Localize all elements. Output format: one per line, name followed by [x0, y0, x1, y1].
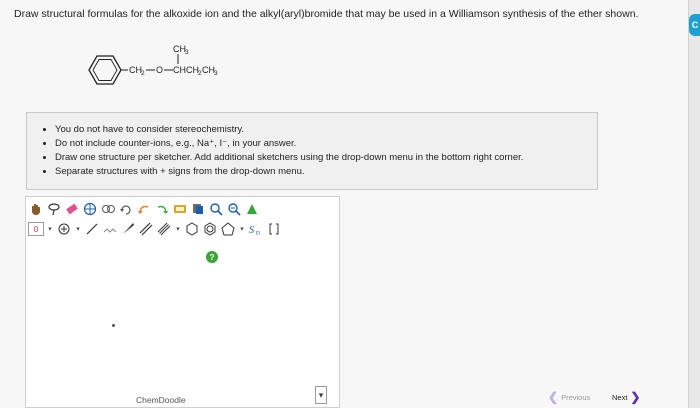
ether-structure: CH 2 O CHCH 2 CH 3 CH 3 [88, 44, 218, 85]
side-rail: C [688, 0, 700, 408]
hand-icon[interactable] [28, 201, 44, 217]
triple-bond-icon[interactable] [156, 221, 172, 237]
ring-dropdown-icon[interactable]: ▾ [238, 221, 246, 237]
sketcher-toolbar-bottom: 0 ▾ ▾ ▾ ▾ Sn [28, 219, 282, 239]
question-text: Draw structural formulas for the alkoxid… [14, 8, 639, 20]
instruction-item: Draw one structure per sketcher. Add add… [55, 151, 597, 165]
canvas-cursor-dot [112, 324, 115, 327]
sketcher-toolbar-top [28, 199, 260, 219]
previous-label: Previous [561, 392, 591, 402]
chain-icon[interactable] [102, 221, 118, 237]
next-label: Next [612, 392, 628, 402]
cyclopentane-icon[interactable] [220, 221, 236, 237]
instruction-item: Separate structures with + signs from th… [55, 165, 597, 179]
repeat-unit-icon[interactable]: Sn [248, 221, 264, 237]
wedge-bond-icon[interactable] [120, 221, 136, 237]
eraser-icon[interactable] [64, 201, 80, 217]
clear-icon[interactable] [172, 201, 188, 217]
rotate-icon[interactable] [118, 201, 134, 217]
charge-menu-dropdown-icon[interactable]: ▾ [74, 221, 82, 237]
side-rail-button[interactable]: C [689, 14, 700, 36]
question-page: Draw structural formulas for the alkoxid… [0, 0, 688, 408]
svg-text:n: n [256, 230, 260, 236]
previous-button[interactable]: ❮ Previous [548, 390, 591, 404]
chemdoodle-brand: ChemDoodle [136, 395, 186, 405]
chevron-left-icon: ❮ [548, 390, 559, 404]
chain-end-subscript: 3 [214, 70, 218, 77]
bracket-icon[interactable] [266, 221, 282, 237]
charge-selector[interactable]: 0 [28, 222, 44, 236]
oxygen-label: O [156, 65, 163, 75]
lasso-icon[interactable] [46, 201, 62, 217]
instruction-item: You do not have to consider stereochemis… [55, 123, 597, 137]
next-button[interactable]: Next ❯ [612, 390, 641, 404]
cyclohexane-icon[interactable] [184, 221, 200, 237]
chemdoodle-sketcher: 0 ▾ ▾ ▾ ▾ Sn ? ChemDoodle [25, 196, 340, 408]
undo-icon[interactable] [136, 201, 152, 217]
double-bond-icon[interactable] [138, 221, 154, 237]
benzene-icon[interactable] [202, 221, 218, 237]
zoom-in-icon[interactable] [208, 201, 224, 217]
chevron-right-icon: ❯ [630, 390, 641, 404]
ch2-subscript: 2 [141, 70, 145, 77]
bond-dropdown-icon[interactable]: ▾ [174, 221, 182, 237]
chevron-down-icon: ▾ [318, 389, 324, 400]
instructions-box: You do not have to consider stereochemis… [26, 112, 598, 190]
zoom-out-icon[interactable] [226, 201, 242, 217]
single-bond-icon[interactable] [84, 221, 100, 237]
sketcher-canvas[interactable]: ? ChemDoodle [26, 239, 339, 407]
svg-text:S: S [249, 225, 254, 236]
instruction-item: Do not include counter-ions, e.g., Na⁺, … [55, 137, 597, 151]
methyl-subscript: 3 [185, 49, 189, 56]
center-icon[interactable] [82, 201, 98, 217]
charge-dropdown-icon[interactable]: ▾ [46, 221, 54, 237]
add-sketcher-dropdown[interactable]: ▾ [315, 386, 327, 404]
redo-icon[interactable] [154, 201, 170, 217]
help-icon[interactable]: ? [206, 251, 218, 263]
clean-icon[interactable] [244, 201, 260, 217]
template-icon[interactable] [100, 201, 116, 217]
add-charge-icon[interactable] [56, 221, 72, 237]
copy-icon[interactable] [190, 201, 206, 217]
chain-rest-label: CHCH [173, 65, 199, 75]
